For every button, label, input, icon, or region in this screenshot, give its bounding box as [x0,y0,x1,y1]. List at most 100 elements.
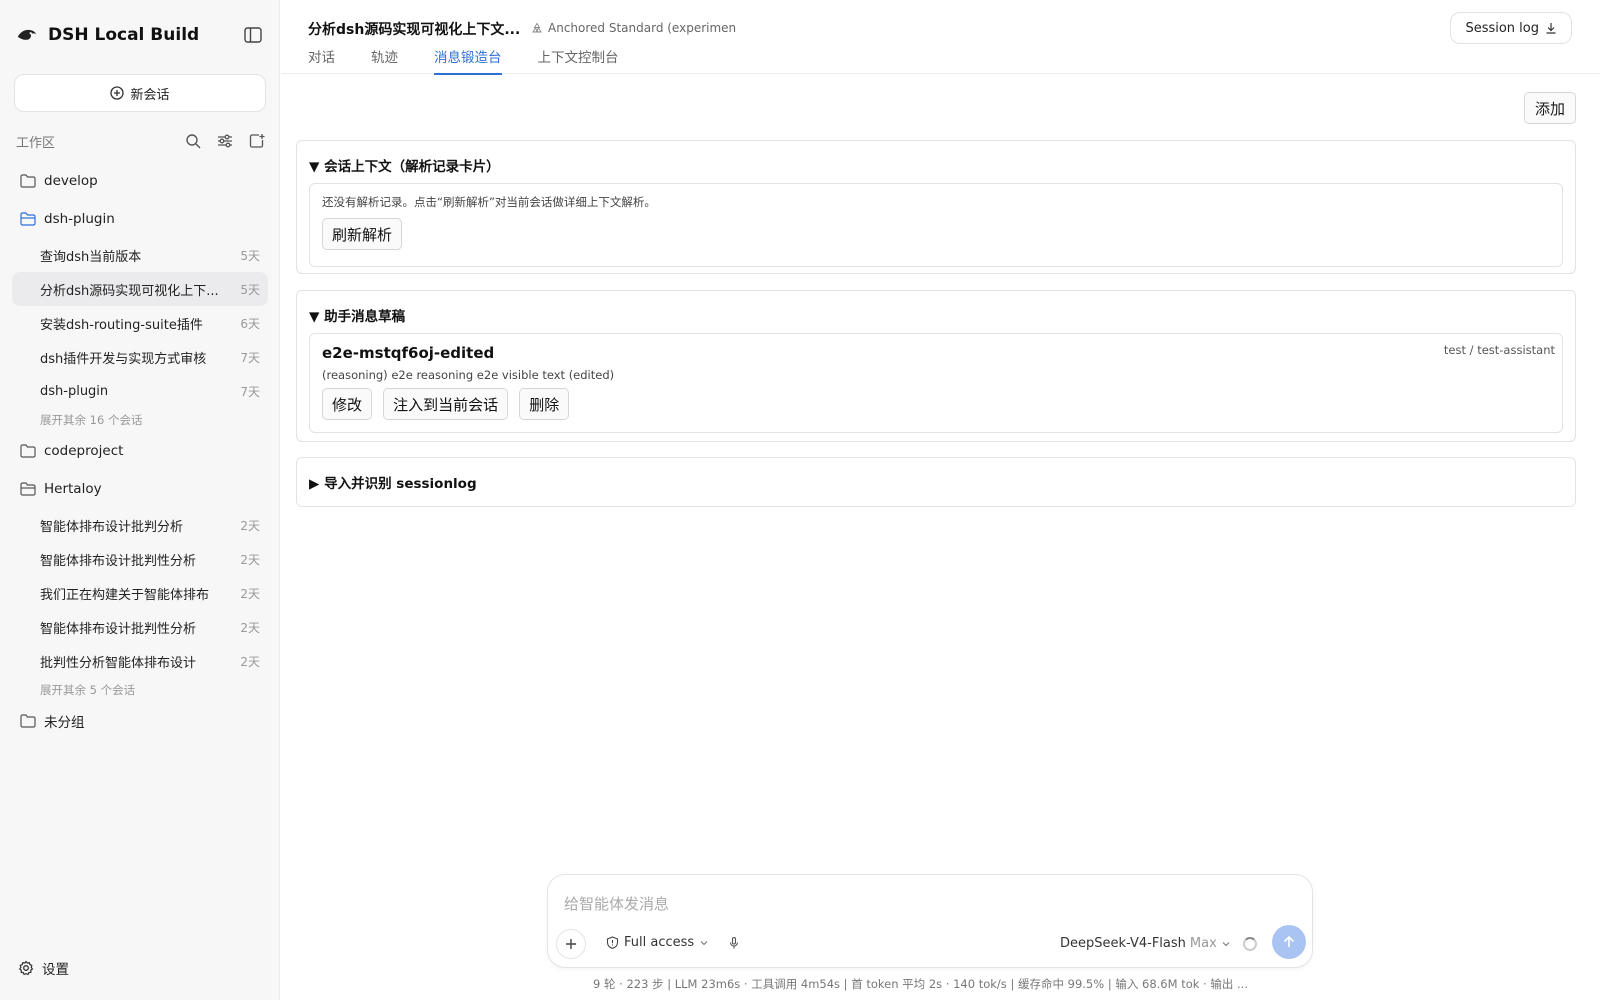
model-chip[interactable]: Anchored Standard (experimen [531,21,736,35]
session-title: 查询dsh当前版本 [40,249,142,265]
session-item[interactable]: 查询dsh当前版本 5天 [12,238,268,272]
session-age: 2天 [240,518,260,533]
folder-develop[interactable]: develop [12,162,268,200]
session-item[interactable]: 智能体排布设计批判分析 2天 [12,508,268,542]
session-age: 7天 [240,350,260,365]
session-item[interactable]: 智能体排布设计批判性分析 2天 [12,610,268,644]
model-name: DeepSeek-V4-Flash [1060,936,1186,951]
draft-text: (reasoning) e2e reasoning e2e visible te… [322,368,615,382]
chevron-down-icon [1222,941,1230,946]
model-dropdown[interactable]: DeepSeek-V4-Flash Max [1060,936,1231,951]
tab-context-console[interactable]: 上下文控制台 [538,46,619,75]
folder-icon [20,174,36,188]
session-title: 智能体排布设计批判性分析 [40,621,197,637]
session-item[interactable]: 安装dsh-routing-suite插件 6天 [12,306,268,340]
draft-panel-toggle[interactable]: ▼ 助手消息草稿 [297,291,1575,325]
session-age: 2天 [240,586,260,601]
sidebar-toggle-icon[interactable] [244,27,262,43]
plus-icon [566,939,576,949]
brand[interactable]: DSH Local Build [16,24,199,46]
conversation-title: 分析dsh源码实现可视化上下文... [308,22,521,38]
session-item[interactable]: 智能体排布设计批判性分析 2天 [12,542,268,576]
folder-dsh-plugin[interactable]: dsh-plugin [12,200,268,238]
session-age: 2天 [240,620,260,635]
session-age: 5天 [240,282,260,297]
session-item[interactable]: 我们正在构建关于智能体排布 2天 [12,576,268,610]
session-item[interactable]: 批判性分析智能体排布设计 2天 [12,644,268,678]
folder-ungrouped[interactable]: 未分组 [12,702,268,740]
mic-icon [729,936,739,949]
session-item[interactable]: dsh-plugin 7天 [12,374,268,408]
context-panel-toggle[interactable]: ▼ 会话上下文（解析记录卡片） [297,141,1575,175]
brand-logo-icon [17,29,37,40]
workspace-header: 工作区 [16,130,266,152]
shield-icon [606,936,619,949]
session-item[interactable]: dsh插件开发与实现方式审核 7天 [12,340,268,374]
draft-meta: test / test-assistant [1443,343,1555,357]
draft-panel: ▼ 助手消息草稿 e2e-mstqf6oj-edited (reasoning)… [296,290,1576,442]
gear-icon [18,960,34,976]
delete-button[interactable]: 删除 [519,388,570,420]
session-age: 2天 [240,654,260,669]
folder-name: 未分组 [44,715,85,731]
search-icon[interactable] [184,132,202,150]
recycle-icon [532,22,542,33]
session-log-label: Session log [1465,20,1539,36]
session-title: 智能体排布设计批判性分析 [40,553,197,569]
new-chat-button[interactable]: 新会话 [14,74,266,112]
download-icon [1546,23,1556,34]
inject-button[interactable]: 注入到当前会话 [383,388,509,420]
session-log-button[interactable]: Session log [1450,12,1572,44]
new-folder-icon[interactable] [248,132,266,150]
session-age: 6天 [240,316,260,331]
session-title: dsh插件开发与实现方式审核 [40,351,207,367]
session-title: 我们正在构建关于智能体排布 [40,587,210,603]
import-panel: ▶ 导入并识别 sessionlog [296,457,1576,507]
folder-open-icon [20,212,36,226]
folder-codeproject[interactable]: codeproject [12,432,268,470]
import-panel-toggle[interactable]: ▶ 导入并识别 sessionlog [297,458,1575,492]
access-dropdown[interactable]: Full access [606,935,709,950]
folder-hertaloy[interactable]: Hertaloy [12,470,268,508]
context-empty-hint: 还没有解析记录。点击“刷新解析”对当前会话做详细上下文解析。 [322,195,656,209]
sidebar: DSH Local Build 新会话 工作区 develop dsh-plug… [0,0,280,1000]
tab-message-forge[interactable]: 消息锻造台 [434,46,502,75]
new-chat-label: 新会话 [130,87,170,103]
folder-name: develop [44,173,98,189]
expand-more-link[interactable]: 展开其余 16 个会话 [12,408,268,432]
arrow-up-icon [1283,935,1295,947]
send-button[interactable] [1272,925,1306,959]
folder-open-icon [20,482,36,496]
folder-name: dsh-plugin [44,211,115,227]
plus-circle-icon [110,86,125,100]
settings-button[interactable]: 设置 [18,958,69,978]
session-title: 批判性分析智能体排布设计 [40,655,197,671]
attach-plus-button[interactable] [556,929,586,959]
expand-more-link[interactable]: 展开其余 5 个会话 [12,678,268,702]
edit-button[interactable]: 修改 [322,388,373,420]
message-input[interactable]: 给智能体发消息 [564,893,669,914]
context-panel: ▼ 会话上下文（解析记录卡片） 还没有解析记录。点击“刷新解析”对当前会话做详细… [296,140,1576,274]
tab-chat[interactable]: 对话 [308,46,335,75]
folder-icon [20,444,36,458]
status-bar: 9 轮 · 223 步 | LLM 23m6s · 工具调用 4m54s | 首… [593,977,1248,991]
session-title: 安装dsh-routing-suite插件 [40,317,203,333]
session-age: 7天 [240,384,260,399]
message-composer: 给智能体发消息 Full access DeepSeek-V4-Flash Ma… [547,874,1313,968]
loading-spinner-icon [1243,937,1257,951]
context-panel-body: 还没有解析记录。点击“刷新解析”对当前会话做详细上下文解析。 刷新解析 [309,183,1563,267]
model-chip-label: Anchored Standard (experimen [548,21,737,35]
folder-name: Hertaloy [44,481,102,497]
top-bar: 分析dsh源码实现可视化上下文... Anchored Standard (ex… [281,0,1600,75]
filter-sliders-icon[interactable] [216,132,234,150]
mic-button[interactable] [728,935,740,954]
session-age: 5天 [240,248,260,263]
brand-title: DSH Local Build [48,25,200,45]
session-age: 2天 [240,552,260,567]
refresh-parse-button[interactable]: 刷新解析 [322,218,403,250]
main-area: 分析dsh源码实现可视化上下文... Anchored Standard (ex… [281,0,1600,1000]
session-item-active[interactable]: 分析dsh源码实现可视化上下... 5天 [12,272,268,306]
add-button[interactable]: 添加 [1523,92,1576,124]
tab-trace[interactable]: 轨迹 [371,46,398,75]
session-title: dsh-plugin [40,383,109,399]
